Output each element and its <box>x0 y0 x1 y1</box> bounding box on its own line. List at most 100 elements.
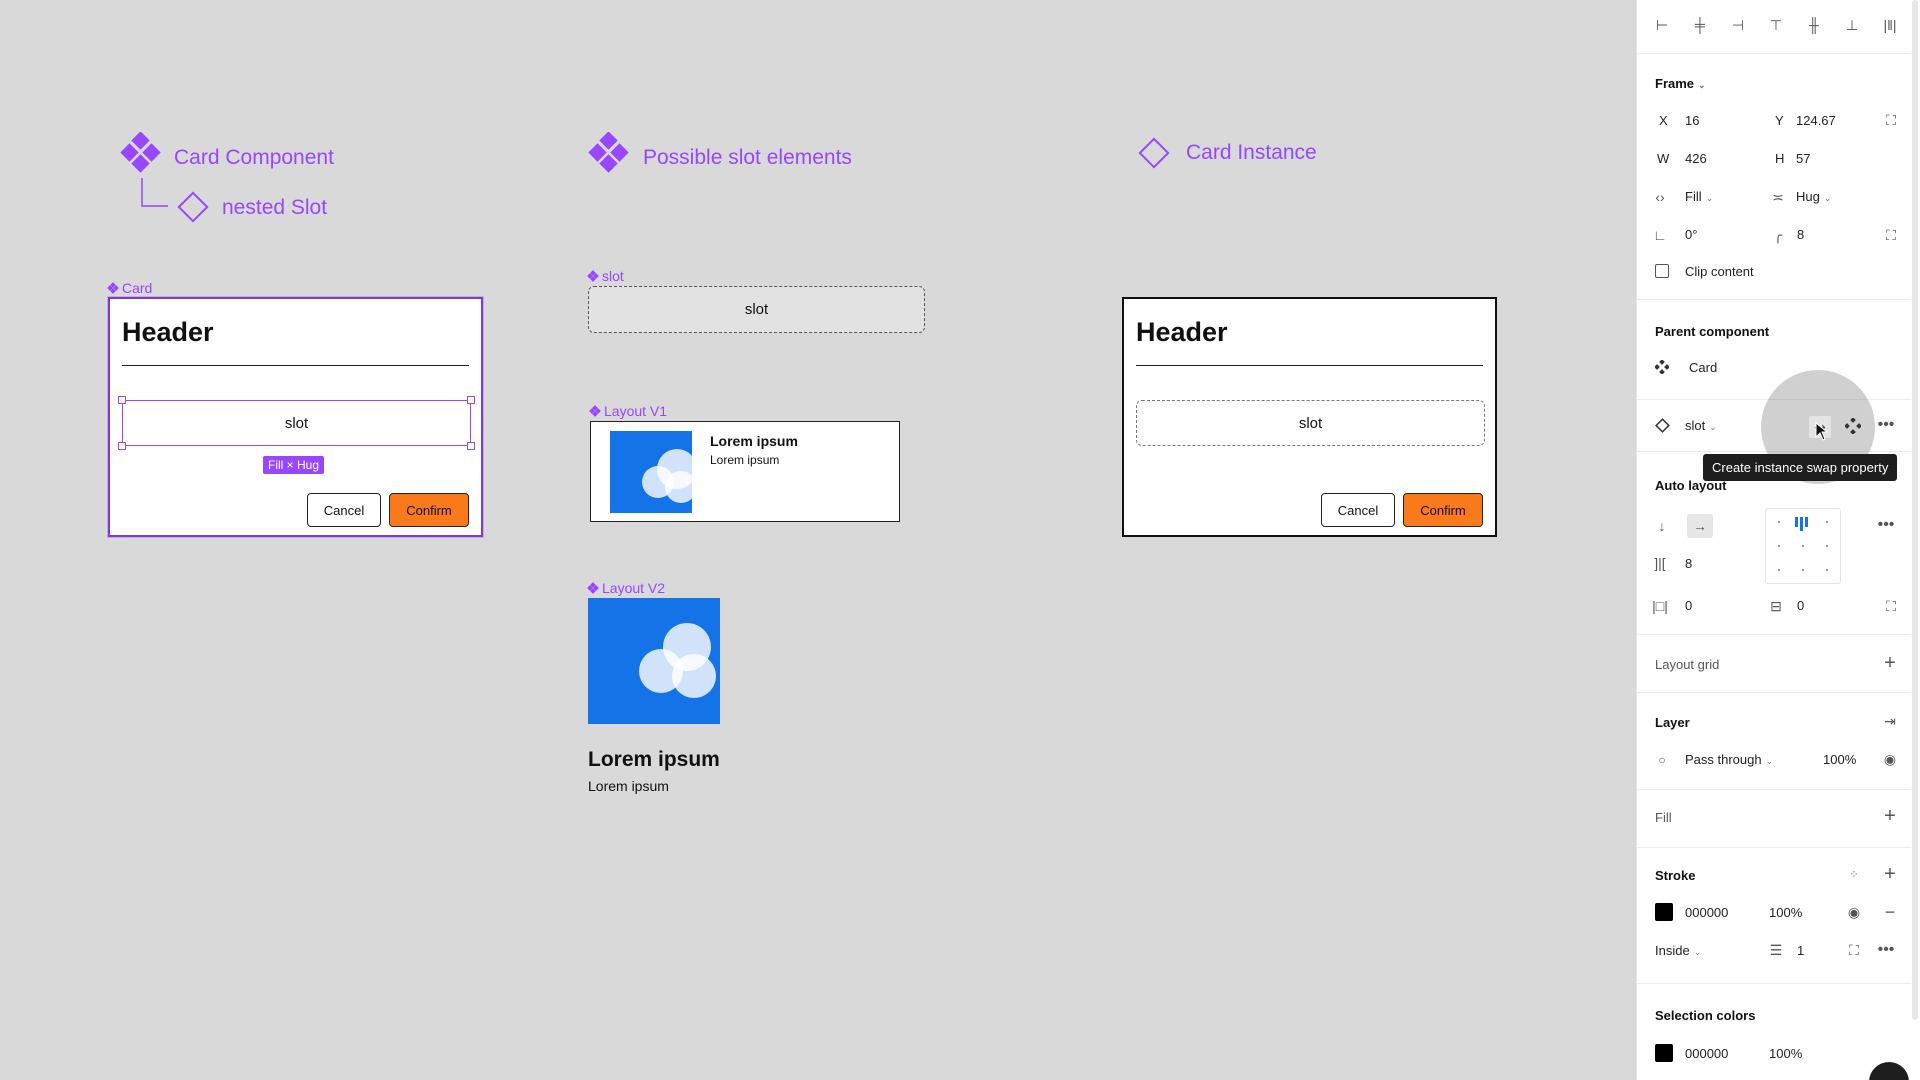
frame-label-slot[interactable]: slot <box>587 268 624 284</box>
independent-corners-icon[interactable]: ⛶ <box>1882 226 1900 244</box>
go-to-main-component-icon[interactable] <box>1845 418 1861 434</box>
cancel-button[interactable]: Cancel <box>307 493 381 527</box>
component-icon <box>107 282 119 294</box>
design-canvas[interactable]: Card Component nested Slot Possible slot… <box>0 0 1636 1080</box>
instance-section: slot⌄ ⇢ ••• <box>1637 370 1911 484</box>
instance-slot[interactable]: slot <box>1136 400 1485 446</box>
resize-handle[interactable] <box>118 396 126 404</box>
more-options-icon[interactable]: ••• <box>1877 416 1895 434</box>
card-header: Header <box>122 317 214 347</box>
layer-opacity-input[interactable]: 100% <box>1823 752 1856 767</box>
stroke-color-swatch[interactable] <box>1655 903 1673 921</box>
stroke-position-select[interactable]: Inside ⌄ <box>1655 943 1701 958</box>
instance-icon <box>1138 137 1170 169</box>
divider <box>1136 365 1483 366</box>
chevron-down-icon: ⌄ <box>1693 947 1702 957</box>
rotation-input[interactable]: 0° <box>1685 227 1697 242</box>
add-stroke-icon[interactable]: + <box>1881 863 1899 885</box>
align-left-icon[interactable]: ⊢ <box>1653 16 1671 34</box>
layer-section: Layer ⇥ ○ Pass through ⌄ 100% ◉ <box>1637 693 1911 790</box>
stroke-color-input[interactable]: 000000 <box>1685 905 1728 920</box>
more-options-icon[interactable]: ••• <box>1877 941 1895 959</box>
component-icon <box>588 132 629 173</box>
x-input[interactable]: 16 <box>1685 113 1699 128</box>
y-input[interactable]: 124.67 <box>1796 113 1836 128</box>
remove-stroke-icon[interactable]: − <box>1881 902 1899 922</box>
add-layout-grid-icon[interactable]: + <box>1881 652 1899 674</box>
eye-icon[interactable]: ◉ <box>1881 750 1899 768</box>
resize-handle[interactable] <box>118 442 126 450</box>
card-component[interactable]: Header slot Fill × Hug Cancel Confirm <box>107 296 484 538</box>
w-input[interactable]: 426 <box>1685 151 1707 166</box>
blend-mode-select[interactable]: Pass through ⌄ <box>1685 752 1773 767</box>
horizontal-padding-icon: |□| <box>1652 598 1668 614</box>
confirm-button[interactable]: Confirm <box>1403 493 1483 527</box>
component-icon <box>587 582 599 594</box>
align-top-icon[interactable]: ⊤ <box>1767 16 1785 34</box>
layer-navigate-icon[interactable]: ⇥ <box>1881 712 1899 730</box>
clip-content-label: Clip content <box>1685 264 1754 279</box>
card-instance[interactable]: Header slot Cancel Confirm <box>1122 297 1497 537</box>
selection-colors-title: Selection colors <box>1655 1008 1756 1023</box>
stroke-weight-input[interactable]: 1 <box>1797 943 1804 958</box>
corner-radius-input[interactable]: 8 <box>1797 227 1804 242</box>
vertical-resizing-icon: ≍ <box>1772 188 1784 205</box>
layout-grid-section: Layout grid + <box>1637 635 1911 693</box>
layout-v2-image[interactable] <box>588 598 720 724</box>
horizontal-padding-input[interactable]: 0 <box>1685 598 1692 613</box>
alignment-grid[interactable] <box>1765 508 1841 584</box>
frame-section-title[interactable]: Frame ⌄ <box>1655 76 1706 91</box>
width-mode-select[interactable]: Fill ⌄ <box>1685 189 1713 204</box>
stroke-section: Stroke ⁘ + 000000 100% ◉ − Inside ⌄ ☰ 1 ⛶… <box>1637 848 1911 984</box>
slot-label: slot <box>1298 414 1323 432</box>
cancel-button[interactable]: Cancel <box>1321 493 1395 527</box>
instance-select[interactable]: slot ⌄ <box>1685 418 1717 433</box>
resize-handle[interactable] <box>467 442 475 450</box>
frame-label-layout-v1[interactable]: Layout V1 <box>589 403 667 419</box>
individual-padding-icon[interactable]: ⛶ <box>1882 597 1900 615</box>
distribute-icon[interactable]: |‖| <box>1881 16 1899 34</box>
size-badge: Fill × Hug <box>263 456 325 474</box>
panel-scrollbar[interactable] <box>1912 0 1918 1020</box>
chevron-down-icon: ⌄ <box>1705 193 1714 203</box>
stroke-opacity-input[interactable]: 100% <box>1769 905 1802 920</box>
layout-v1-subtitle: Lorem ipsum <box>710 453 780 467</box>
vertical-padding-input[interactable]: 0 <box>1797 598 1804 613</box>
add-fill-icon[interactable]: + <box>1881 805 1899 827</box>
height-mode-select[interactable]: Hug ⌄ <box>1796 189 1831 204</box>
chevron-down-icon: ⌄ <box>1698 80 1706 90</box>
parent-component-name[interactable]: Card <box>1689 360 1717 375</box>
parent-component-section: Parent component Card <box>1637 300 1911 400</box>
frame-label-layout-v2[interactable]: Layout V2 <box>587 580 665 596</box>
direction-horizontal-icon[interactable]: → <box>1687 514 1713 538</box>
confirm-button[interactable]: Confirm <box>389 493 469 527</box>
align-right-icon[interactable]: ⊣ <box>1729 16 1747 34</box>
align-bottom-icon[interactable]: ⊥ <box>1843 16 1861 34</box>
h-input[interactable]: 57 <box>1796 151 1810 166</box>
resize-handle[interactable] <box>467 396 475 404</box>
slot-component[interactable]: slot <box>588 286 925 333</box>
instance-icon <box>177 191 209 223</box>
direction-vertical-icon[interactable]: ↓ <box>1653 517 1671 535</box>
legend-possible-slot-elements: Possible slot elements <box>643 146 852 169</box>
style-grid-icon[interactable]: ⁘ <box>1845 865 1863 883</box>
individual-strokes-icon[interactable]: ⛶ <box>1845 941 1863 959</box>
frame-label-card[interactable]: Card <box>107 280 152 296</box>
gap-input[interactable]: 8 <box>1685 556 1692 571</box>
fill-title: Fill <box>1655 810 1672 825</box>
focus-frame-icon[interactable]: ⛶ <box>1882 111 1900 129</box>
more-options-icon[interactable]: ••• <box>1877 516 1895 534</box>
selection-color-opacity[interactable]: 100% <box>1769 1046 1802 1061</box>
layout-v1-component[interactable]: Lorem ipsum Lorem ipsum <box>590 421 900 522</box>
eye-icon[interactable]: ◉ <box>1845 903 1863 921</box>
component-icon <box>589 405 601 417</box>
align-middle-vertical-icon[interactable]: ╫ <box>1805 16 1823 34</box>
clip-content-checkbox[interactable] <box>1655 264 1669 278</box>
align-center-horizontal-icon[interactable]: ╪ <box>1691 16 1709 34</box>
selection-color-input[interactable]: 000000 <box>1685 1046 1728 1061</box>
alignment-indicator <box>1800 517 1803 531</box>
selected-slot[interactable]: slot <box>122 400 471 446</box>
selection-color-swatch[interactable] <box>1655 1044 1673 1062</box>
chevron-down-icon: ⌄ <box>1765 756 1774 766</box>
gap-icon: ]|[ <box>1654 555 1666 571</box>
